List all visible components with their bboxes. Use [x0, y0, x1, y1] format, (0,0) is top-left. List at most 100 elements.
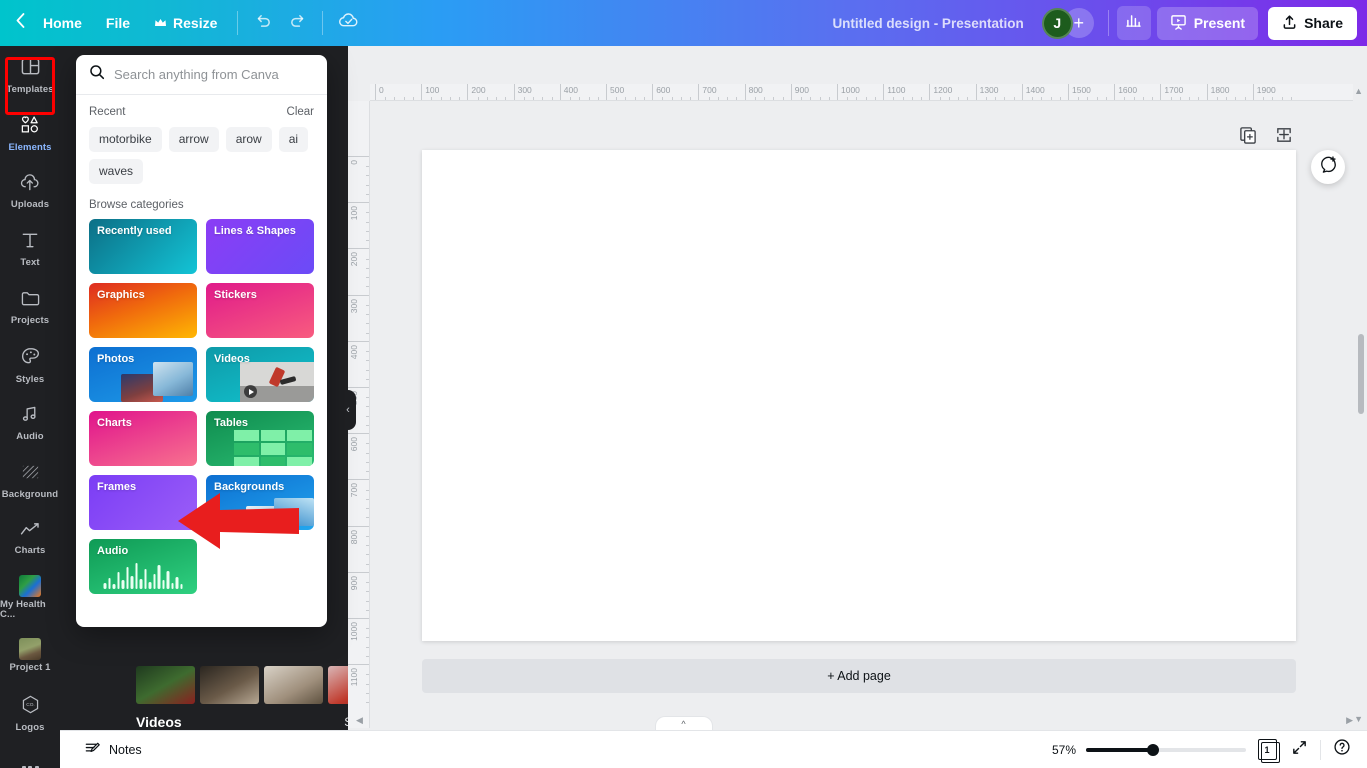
category-tile-stickers[interactable]: Stickers [206, 283, 314, 338]
category-tile-lines-shapes[interactable]: Lines & Shapes [206, 219, 314, 274]
sidebar-item-my-health-c[interactable]: My Health C... [0, 568, 60, 626]
plus-icon: + [1073, 12, 1084, 33]
sidebar-item-text[interactable]: Text [0, 220, 60, 278]
add-page-button[interactable] [1275, 126, 1295, 146]
recent-chip[interactable]: waves [89, 159, 144, 184]
share-label: Share [1304, 15, 1343, 31]
resize-button[interactable]: Resize [142, 8, 229, 38]
notes-label: Notes [109, 742, 142, 757]
photo-thumb[interactable] [264, 666, 323, 704]
ruler-segment: 1100 [348, 664, 369, 710]
photo-thumb[interactable] [136, 666, 195, 704]
ruler-tick [366, 424, 369, 426]
sidebar-item-charts[interactable]: Charts [0, 510, 60, 568]
photo-thumb[interactable] [328, 666, 348, 704]
ruler-tick [616, 97, 618, 100]
category-tile-videos[interactable]: Videos [206, 347, 314, 402]
panel-collapse-handle[interactable]: ‹ [340, 390, 356, 430]
vertical-scrollbar[interactable] [1357, 104, 1365, 716]
ruler-tick [459, 97, 461, 100]
zoom-slider[interactable] [1086, 743, 1246, 756]
present-button[interactable]: Present [1156, 6, 1259, 40]
ruler-tick [727, 97, 729, 100]
ruler-label: 700 [702, 85, 717, 95]
scroll-right-arrow-icon[interactable]: ▶ [1346, 715, 1353, 726]
notes-button[interactable]: Notes [76, 735, 150, 765]
bottom-panel-collapse-handle[interactable]: ^ [654, 716, 713, 730]
category-tile-photos[interactable]: Photos [89, 347, 197, 402]
pages-icon: 1 [1257, 739, 1280, 763]
redo-button[interactable] [280, 6, 314, 40]
ruler-tick [865, 97, 867, 100]
document-title[interactable]: Untitled design - Presentation [820, 10, 1035, 37]
sidebar-item-templates[interactable]: Templates [0, 46, 60, 104]
insights-button[interactable] [1116, 6, 1151, 40]
ruler-label: 1000 [349, 622, 359, 641]
scrollbar-thumb[interactable] [1358, 334, 1364, 414]
page-count-button[interactable]: 1 [1256, 739, 1280, 763]
ruler-segment: 1900 [1252, 84, 1299, 100]
help-button[interactable] [1331, 739, 1353, 761]
sidebar-item-audio[interactable]: Audio [0, 394, 60, 452]
sidebar-item-background[interactable]: Background [0, 452, 60, 510]
ruler-tick [958, 97, 960, 100]
add-page-bar[interactable]: + Add page [422, 659, 1296, 693]
recent-chip[interactable]: motorbike [89, 127, 162, 152]
clear-recent-button[interactable]: Clear [287, 106, 314, 118]
ruler-tick [1087, 97, 1089, 100]
photos-tile-art [121, 362, 193, 402]
category-tile-graphics[interactable]: Graphics [89, 283, 197, 338]
upload-icon [1282, 14, 1297, 33]
bar-chart-icon [1126, 13, 1141, 33]
sidebar-item-styles[interactable]: Styles [0, 336, 60, 394]
ruler-tick [985, 97, 987, 100]
scroll-left-arrow-icon[interactable]: ◀ [356, 715, 363, 726]
sidebar-item-label: Background [1, 488, 59, 500]
zoom-level-label[interactable]: 57% [1046, 743, 1076, 757]
home-button[interactable]: Home [31, 8, 94, 38]
duplicate-page-button[interactable] [1239, 126, 1259, 146]
undo-button[interactable] [246, 6, 280, 40]
top-toolbar-right: Untitled design - Presentation J + Prese… [820, 6, 1367, 40]
horizontal-ruler[interactable]: 0 100 200 300 400 500 600 700 800 900 1000 1100 1200… [370, 84, 1353, 101]
search-input[interactable] [114, 67, 314, 82]
videos-see-all-link[interactable]: See all [344, 715, 348, 729]
ruler-label: 800 [748, 85, 763, 95]
share-button[interactable]: Share [1268, 6, 1357, 40]
recent-chip[interactable]: arrow [168, 127, 219, 152]
ruler-tick [1198, 97, 1200, 100]
ruler-label: 1900 [1256, 85, 1276, 95]
search-bar [76, 55, 327, 95]
sidebar-item-more-apps[interactable] [0, 742, 60, 768]
category-tile-charts[interactable]: Charts [89, 411, 197, 466]
category-tile-frames[interactable]: Frames [89, 475, 197, 530]
ruler-segment: 700 [698, 84, 744, 100]
photo-thumb[interactable] [200, 666, 259, 704]
category-tile-recently-used[interactable]: Recently used [89, 219, 197, 274]
recent-chip[interactable]: arow [225, 127, 272, 152]
sidebar-item-projects[interactable]: Projects [0, 278, 60, 336]
ruler-tick [366, 267, 369, 269]
category-tile-backgrounds[interactable]: Backgrounds [206, 475, 314, 530]
ruler-tick [366, 702, 369, 704]
cloud-saved-button[interactable] [331, 6, 365, 40]
zoom-slider-knob[interactable] [1147, 743, 1160, 756]
sidebar-item-logos[interactable]: CO. Logos [0, 684, 60, 742]
sidebar-item-uploads[interactable]: Uploads [0, 162, 60, 220]
fullscreen-button[interactable] [1288, 739, 1310, 761]
category-tile-audio[interactable]: Audio [89, 539, 197, 594]
category-tile-tables[interactable]: Tables [206, 411, 314, 466]
ruler-tick [967, 97, 969, 100]
scroll-up-arrow-icon[interactable]: ▲ [1354, 86, 1363, 96]
ruler-tick [366, 230, 369, 232]
avatar[interactable]: J [1041, 7, 1073, 39]
sidebar-item-elements[interactable]: Elements [0, 104, 60, 162]
add-comment-button[interactable] [1311, 150, 1345, 184]
slide-canvas[interactable] [422, 150, 1296, 641]
recent-chip[interactable]: ai [278, 127, 309, 152]
sidebar-item-project-1[interactable]: Project 1 [0, 626, 60, 684]
file-menu-button[interactable]: File [94, 8, 142, 38]
back-button[interactable] [12, 9, 31, 37]
ruler-label: 300 [349, 298, 359, 313]
ruler-label: 0 [379, 85, 384, 95]
